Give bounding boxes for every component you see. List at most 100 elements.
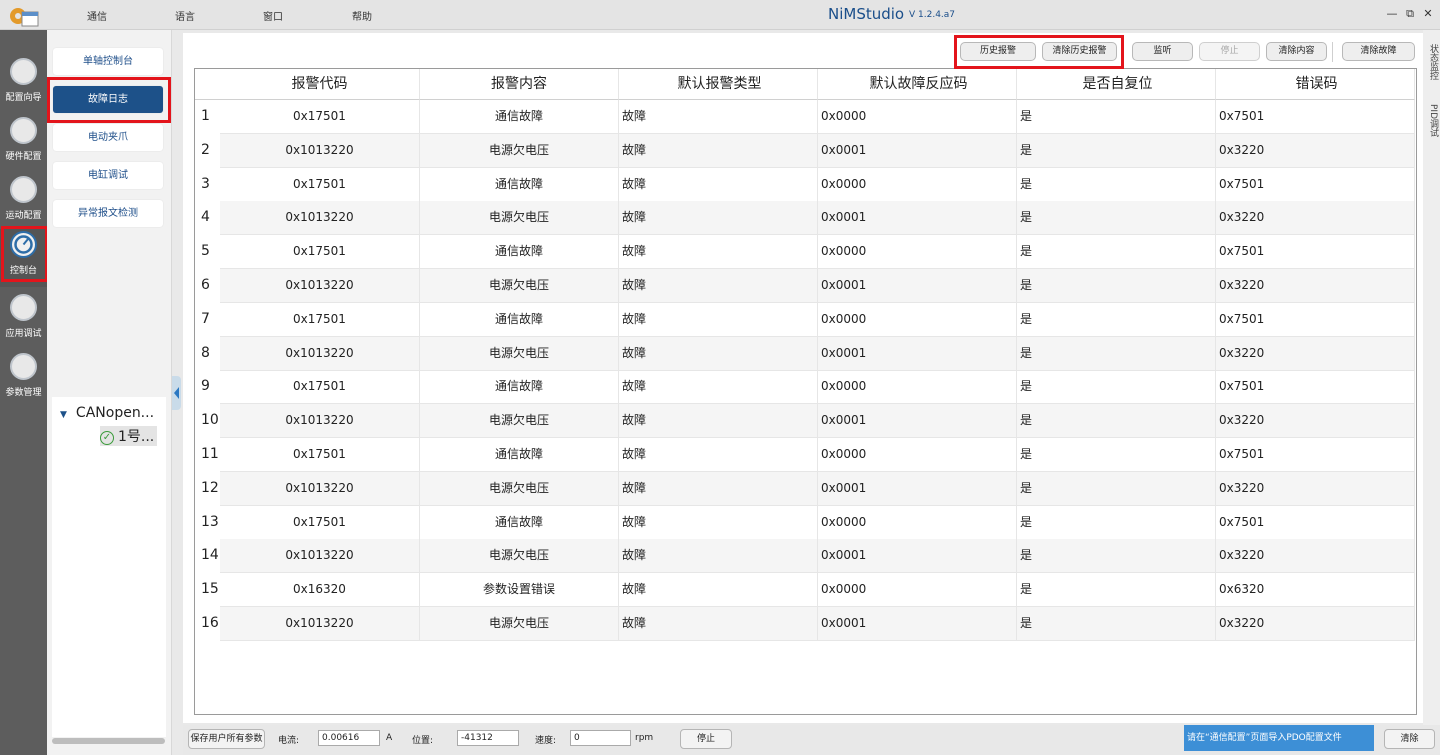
subnav-electric-gripper[interactable]: 电动夹爪 <box>53 124 163 151</box>
minimize-icon[interactable]: — <box>1384 6 1400 22</box>
sidebar-item-hardware-config[interactable]: 硬件配置 <box>0 115 47 173</box>
table-cell: 0x16320 <box>220 573 420 608</box>
table-cell: 0x1013220 <box>220 607 420 641</box>
subnav-single-axis-console[interactable]: 单轴控制台 <box>53 48 163 75</box>
subnav-fault-log[interactable]: 故障日志 <box>53 86 163 113</box>
menu-help[interactable]: 帮助 <box>352 8 372 23</box>
table-cell: 0x0001 <box>818 404 1017 439</box>
table-cell: 0x0001 <box>818 607 1017 641</box>
table-cell: 故障 <box>619 573 818 608</box>
table-cell: 0x1013220 <box>220 133 420 168</box>
column-header[interactable]: 默认故障反应码 <box>818 69 1017 100</box>
clear-history-alarm-button[interactable]: 清除历史报警 <box>1042 42 1117 61</box>
app-title: NiMStudio <box>828 5 905 23</box>
table-cell: 0x0001 <box>818 539 1017 574</box>
table-row[interactable]: 4 0x1013220 电源欠电压 故障 0x0001 是 0x3220 <box>195 201 1415 236</box>
history-alarm-button[interactable]: 历史报警 <box>960 42 1036 61</box>
console-gauge-icon <box>10 231 37 258</box>
tab-status-monitor[interactable]: 状态监控 <box>1427 44 1440 80</box>
close-icon[interactable]: ✕ <box>1420 6 1436 22</box>
menu-language[interactable]: 语言 <box>175 8 195 23</box>
table-cell: 0x17501 <box>220 370 420 405</box>
expand-arrow-icon[interactable]: ▼ <box>60 410 67 420</box>
speed-label: 速度: <box>535 736 557 746</box>
table-cell: 0x1013220 <box>220 269 420 303</box>
tab-pid-debug[interactable]: PID调试 <box>1427 104 1440 137</box>
table-cell: 电源欠电压 <box>420 471 619 506</box>
table-row[interactable]: 14 0x1013220 电源欠电压 故障 0x0001 是 0x3220 <box>195 539 1415 574</box>
save-all-params-button[interactable]: 保存用户所有参数 <box>188 729 265 749</box>
restore-icon[interactable]: ⧉ <box>1402 6 1418 22</box>
table-row[interactable]: 2 0x1013220 电源欠电压 故障 0x0001 是 0x3220 <box>195 133 1415 168</box>
speed-value-field[interactable]: 0 <box>570 730 631 746</box>
table-cell: 故障 <box>619 269 818 303</box>
row-index-cell: 13 <box>195 505 220 540</box>
table-cell: 故障 <box>619 302 818 337</box>
position-value-field[interactable]: -41312 <box>457 730 519 746</box>
clear-fault-button[interactable]: 清除故障 <box>1342 42 1415 61</box>
table-row[interactable]: 3 0x17501 通信故障 故障 0x0000 是 0x7501 <box>195 167 1415 202</box>
table-cell: 是 <box>1017 269 1216 303</box>
table-row[interactable]: 9 0x17501 通信故障 故障 0x0000 是 0x7501 <box>195 370 1415 405</box>
column-header[interactable]: 报警代码 <box>220 69 420 100</box>
table-cell: 故障 <box>619 100 818 134</box>
main-sidebar: 配置向导 硬件配置 运动配置 控制台 应用调试 参数管理 <box>0 30 47 755</box>
table-row[interactable]: 15 0x16320 参数设置错误 故障 0x0000 是 0x6320 <box>195 573 1415 608</box>
table-cell: 0x0000 <box>818 370 1017 405</box>
collapse-panel-handle[interactable] <box>172 376 181 410</box>
check-circle-icon: ✓ <box>100 431 114 445</box>
menu-communication[interactable]: 通信 <box>87 8 107 23</box>
table-cell: 故障 <box>619 370 818 405</box>
tree-node-canopen[interactable]: ▼ CANopen... <box>60 405 154 421</box>
table-row[interactable]: 5 0x17501 通信故障 故障 0x0000 是 0x7501 <box>195 235 1415 270</box>
monitor-button[interactable]: 监听 <box>1132 42 1193 61</box>
tree-node-label: 1号... <box>118 429 155 445</box>
column-header[interactable]: 报警内容 <box>420 69 619 100</box>
table-cell: 是 <box>1017 404 1216 439</box>
table-cell: 0x3220 <box>1216 471 1415 506</box>
table-cell: 电源欠电压 <box>420 336 619 371</box>
table-cell: 电源欠电压 <box>420 607 619 641</box>
table-cell: 是 <box>1017 201 1216 236</box>
app-logo-icon <box>10 8 39 27</box>
menu-window[interactable]: 窗口 <box>263 8 283 23</box>
table-cell: 0x3220 <box>1216 336 1415 371</box>
sidebar-item-app-debug[interactable]: 应用调试 <box>0 292 47 350</box>
hardware-config-icon <box>10 117 37 144</box>
table-cell: 0x3220 <box>1216 404 1415 439</box>
horizontal-scrollbar[interactable] <box>52 738 165 744</box>
table-row[interactable]: 10 0x1013220 电源欠电压 故障 0x0001 是 0x3220 <box>195 404 1415 439</box>
sidebar-item-motion-config[interactable]: 运动配置 <box>0 174 47 232</box>
clear-content-button[interactable]: 清除内容 <box>1266 42 1327 61</box>
table-cell: 0x17501 <box>220 100 420 134</box>
column-header[interactable]: 错误码 <box>1216 69 1415 100</box>
sidebar-item-label: 参数管理 <box>5 388 42 398</box>
column-header[interactable]: 是否自复位 <box>1017 69 1216 100</box>
table-row[interactable]: 12 0x1013220 电源欠电压 故障 0x0001 是 0x3220 <box>195 471 1415 506</box>
status-stop-button[interactable]: 停止 <box>680 729 732 749</box>
stop-button[interactable]: 停止 <box>1199 42 1260 61</box>
sidebar-item-config-wizard[interactable]: 配置向导 <box>0 56 47 114</box>
subnav-cylinder-debug[interactable]: 电缸调试 <box>53 162 163 189</box>
table-cell: 0x3220 <box>1216 607 1415 641</box>
table-row[interactable]: 7 0x17501 通信故障 故障 0x0000 是 0x7501 <box>195 302 1415 337</box>
device-tree: ▼ CANopen... ✓ 1号... <box>52 397 166 737</box>
tree-node-device-1[interactable]: ✓ 1号... <box>100 426 158 446</box>
table-row[interactable]: 8 0x1013220 电源欠电压 故障 0x0001 是 0x3220 <box>195 336 1415 371</box>
subnav-abnormal-message-detect[interactable]: 异常报文检测 <box>53 200 163 227</box>
table-cell: 0x7501 <box>1216 100 1415 134</box>
sidebar-item-param-manage[interactable]: 参数管理 <box>0 351 47 409</box>
table-cell: 0x17501 <box>220 167 420 202</box>
table-row[interactable]: 13 0x17501 通信故障 故障 0x0000 是 0x7501 <box>195 505 1415 540</box>
row-index-cell: 14 <box>195 539 220 574</box>
table-cell: 故障 <box>619 607 818 641</box>
table-row[interactable]: 11 0x17501 通信故障 故障 0x0000 是 0x7501 <box>195 438 1415 472</box>
column-header[interactable]: 默认报警类型 <box>619 69 818 100</box>
sidebar-item-console[interactable]: 控制台 <box>0 229 47 287</box>
current-value-field[interactable]: 0.00616 <box>318 730 380 746</box>
table-row[interactable]: 16 0x1013220 电源欠电压 故障 0x0001 是 0x3220 <box>195 607 1415 641</box>
clear-message-button[interactable]: 清除 <box>1384 729 1435 749</box>
table-row[interactable]: 6 0x1013220 电源欠电压 故障 0x0001 是 0x3220 <box>195 269 1415 303</box>
table-row[interactable]: 1 0x17501 通信故障 故障 0x0000 是 0x7501 <box>195 100 1415 134</box>
current-label: 电流: <box>278 736 300 746</box>
